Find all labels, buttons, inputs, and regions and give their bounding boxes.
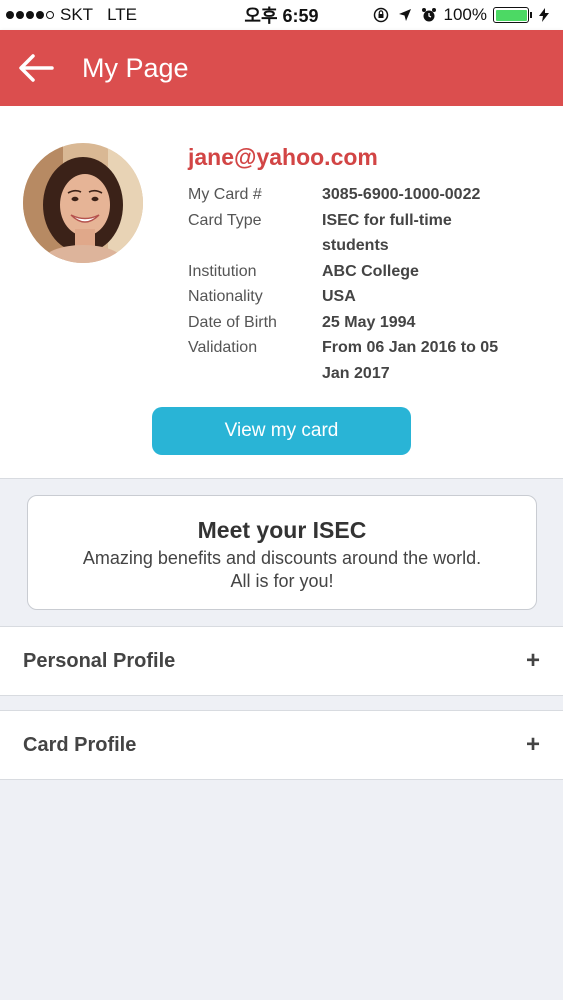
promo-line-1: Amazing benefits and discounts around th… (82, 548, 482, 568)
info-value: From 06 Jan 2016 to 05 Jan 2017 (322, 339, 499, 382)
profile-card: jane@yahoo.com My Card # 3085-6900-1000-… (0, 106, 563, 479)
info-value: 3085-6900-1000-0022 (322, 186, 481, 203)
status-left: SKT LTE (6, 5, 137, 25)
status-bar: SKT LTE 오후 6:59 100% (0, 0, 563, 30)
info-row-validation: Validation From 06 Jan 2016 to 05 Jan 20… (188, 335, 548, 386)
alarm-icon (420, 6, 438, 24)
info-value: USA (322, 288, 356, 305)
info-label: Card Type (188, 211, 262, 229)
info-value: ISEC for full-time students (322, 211, 452, 255)
promo-line-2: All is for you! (230, 571, 334, 591)
expand-plus-icon[interactable]: + (526, 731, 540, 759)
orientation-lock-icon (372, 6, 390, 24)
back-arrow-icon (19, 54, 54, 82)
battery-percent: 100% (443, 5, 487, 24)
user-email: jane@yahoo.com (188, 144, 378, 170)
view-card-button[interactable]: View my card (152, 407, 411, 455)
avatar (23, 143, 143, 263)
carrier-label: SKT (60, 5, 94, 24)
back-button[interactable] (0, 30, 72, 106)
battery-icon (493, 7, 532, 23)
info-row-institution: Institution ABC College (188, 259, 548, 285)
card-profile-section[interactable]: Card Profile + (0, 710, 563, 780)
info-label: Validation (188, 339, 258, 356)
info-row-card-type: Card Type ISEC for full-time students (188, 208, 548, 259)
expand-plus-icon[interactable]: + (526, 647, 540, 675)
info-row-date-of-birth: Date of Birth 25 May 1994 (188, 310, 548, 336)
info-value: ABC College (322, 262, 419, 280)
promo-title: Meet your ISEC (197, 517, 367, 543)
network-label: LTE (107, 5, 137, 24)
section-label: Card Profile (23, 733, 137, 756)
info-label: Nationality (188, 288, 263, 305)
app-bar: My Page (0, 30, 563, 106)
personal-profile-section[interactable]: Personal Profile + (0, 626, 563, 696)
section-label: Personal Profile (23, 649, 176, 672)
promo-banner[interactable]: Meet your ISEC Amazing benefits and disc… (27, 495, 537, 610)
info-row-card-number: My Card # 3085-6900-1000-0022 (188, 182, 548, 208)
signal-strength-icon (6, 11, 54, 19)
info-value: 25 May 1994 (322, 313, 416, 331)
info-label: Date of Birth (188, 313, 277, 331)
status-right: 100% (372, 5, 553, 25)
page-title: My Page (82, 52, 189, 83)
info-row-nationality: Nationality USA (188, 284, 548, 310)
info-label: Institution (188, 262, 257, 280)
info-label: My Card # (188, 186, 262, 203)
charging-bolt-icon (535, 6, 553, 24)
location-arrow-icon (396, 6, 414, 24)
card-info-list: My Card # 3085-6900-1000-0022 Card Type … (188, 182, 548, 386)
